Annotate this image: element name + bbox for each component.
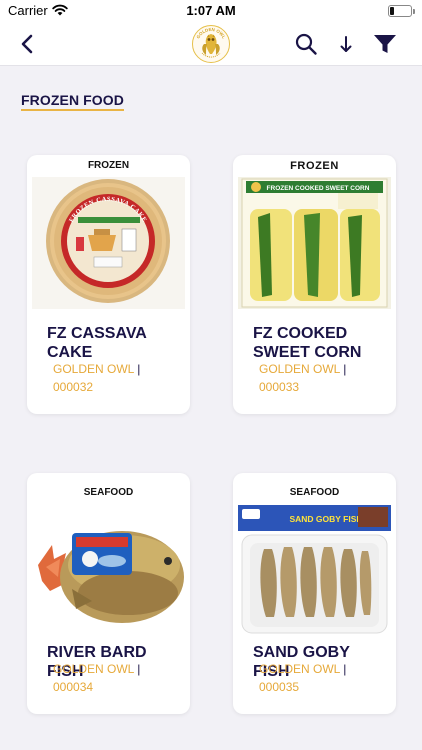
brand-label: GOLDEN OWL xyxy=(53,662,134,676)
brand-separator: | xyxy=(137,662,141,676)
product-card[interactable]: FROZEN FROZEN CASSAVA CAKE FZ CASSAVA CA… xyxy=(27,155,190,414)
package-label: FROZEN COOKED SWEET CORN xyxy=(267,185,370,192)
product-image: FROZEN CASSAVA CAKE xyxy=(32,177,185,309)
package-label: SAND GOBY FISH xyxy=(289,514,362,524)
brand-label: GOLDEN OWL xyxy=(259,662,340,676)
brand-separator: | xyxy=(343,662,347,676)
product-brand-code: GOLDEN OWL | 000034 xyxy=(53,660,184,696)
product-card[interactable]: SEAFOOD RIVER BARD FISH GOLDEN OWL | 000… xyxy=(27,473,190,714)
product-card[interactable]: FROZEN FROZEN COOKED SWEET CORN FZ COOKE… xyxy=(233,155,396,414)
product-brand-code: GOLDEN OWL | 000032 xyxy=(53,360,184,396)
product-code: 000034 xyxy=(53,680,94,694)
brand-separator: | xyxy=(137,362,141,376)
product-image: SAND GOBY FISH xyxy=(238,505,391,637)
filter-funnel-icon[interactable] xyxy=(372,32,398,56)
section-title: FROZEN FOOD xyxy=(21,92,124,111)
brand-separator: | xyxy=(343,362,347,376)
brand-label: GOLDEN OWL xyxy=(53,362,134,376)
clock: 1:07 AM xyxy=(186,3,236,18)
category-tag: SEAFOOD xyxy=(83,487,134,498)
product-image xyxy=(32,505,185,637)
product-code: 000032 xyxy=(53,380,94,394)
category-tag: FROZEN xyxy=(87,160,130,171)
product-name: FZ COOKED SWEET CORN xyxy=(253,325,362,361)
product-card[interactable]: SEAFOOD SAND GOBY FISH SAND GOBY FISH GO… xyxy=(233,473,396,714)
product-brand-code: GOLDEN OWL | 000035 xyxy=(259,660,390,696)
product-image: FROZEN COOKED SWEET CORN xyxy=(238,177,391,309)
product-name: FZ CASSAVA CAKE xyxy=(47,325,147,361)
battery-icon xyxy=(388,5,415,17)
product-code: 000035 xyxy=(259,680,300,694)
status-bar: Carrier 1:07 AM xyxy=(0,0,422,22)
golden-owl-logo: GOLDEN OWL xyxy=(192,25,230,63)
category-tag: SEAFOOD xyxy=(289,487,340,498)
sort-down-arrow-icon[interactable] xyxy=(334,32,358,56)
search-icon[interactable] xyxy=(294,32,318,56)
brand-label: GOLDEN OWL xyxy=(259,362,340,376)
product-code: 000033 xyxy=(259,380,300,394)
category-tag: FROZEN xyxy=(290,160,339,172)
back-chevron-icon[interactable] xyxy=(16,32,40,56)
product-brand-code: GOLDEN OWL | 000033 xyxy=(259,360,390,396)
navigation-bar: GOLDEN OWL xyxy=(0,22,422,66)
